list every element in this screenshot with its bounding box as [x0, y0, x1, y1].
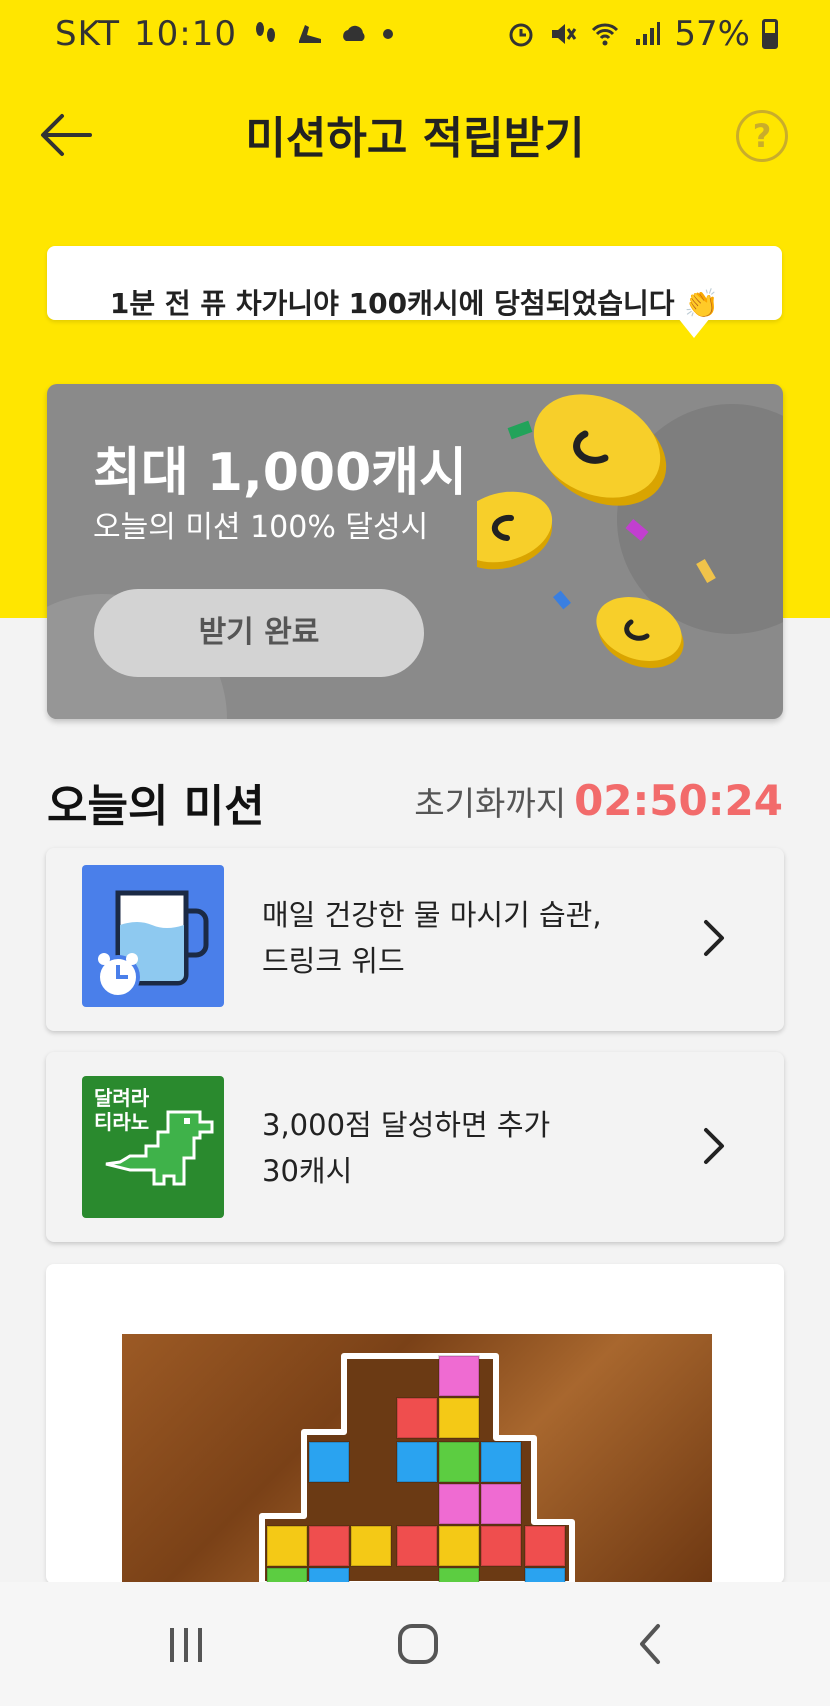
nav-back-icon[interactable] [622, 1618, 682, 1670]
reward-title: 최대 1,000캐시 [93, 443, 467, 503]
mute-icon [552, 24, 577, 44]
coin-icon [596, 597, 684, 668]
alarm-clock-icon [96, 953, 140, 999]
winner-ticker: 1분 전 퓨 차가니야 100캐시에 당첨되었습니다 👏 [47, 246, 782, 320]
reward-banner: 최대 1,000캐시 오늘의 미션 100% 달성시 받기 완료 [47, 384, 783, 719]
app-header: 미션하고 적립받기 ? [0, 80, 830, 190]
page-title: 미션하고 적립받기 [245, 113, 585, 164]
footsteps-icon [256, 22, 275, 42]
coins-illustration [477, 394, 716, 668]
home-icon[interactable] [388, 1618, 448, 1670]
ticker-tail [678, 318, 710, 338]
section-title: 오늘의 미션 [47, 781, 265, 832]
block-puzzle-promo[interactable] [46, 1264, 784, 1584]
carrier-label: SKT [55, 14, 121, 54]
chevron-right-icon [704, 920, 724, 956]
mission-item-drink-water[interactable]: 매일 건강한 물 마시기 습관, 드링크 위드 [46, 848, 784, 1031]
mission-item-tyrano-game[interactable]: 달려라 티라노 3,000점 달성하면 추가 30캐시 [46, 1052, 784, 1242]
signal-icon [636, 22, 661, 45]
reset-label: 초기화까지 [414, 784, 567, 823]
coin-icon [477, 491, 553, 570]
cup-icon [96, 890, 209, 999]
chevron-right-icon [704, 1128, 724, 1164]
ticker-text: 1분 전 퓨 차가니야 100캐시에 당첨되었습니다 👏 [109, 287, 720, 320]
block-puzzle-image [122, 1334, 712, 1584]
shoe-icon [299, 25, 321, 43]
clock: 10:10 [134, 14, 237, 54]
recent-apps-icon[interactable] [156, 1618, 216, 1670]
reset-countdown: 02:50:24 [574, 776, 783, 825]
status-bar: SKT 10:10 57% [0, 0, 830, 68]
reset-timer: 초기화까지 02:50:24 [414, 776, 783, 825]
wifi-icon [592, 23, 619, 46]
battery-percent: 57% [674, 14, 750, 54]
reward-subtitle: 오늘의 미션 100% 달성시 [93, 510, 429, 545]
mission-text: 매일 건강한 물 마시기 습관, 드링크 위드 [262, 898, 602, 978]
notification-dot [383, 29, 393, 39]
system-nav-bar [0, 1582, 830, 1706]
block-puzzle-illustration [259, 1353, 575, 1584]
tyrano-game-thumbnail: 달려라 티라노 [82, 1076, 224, 1218]
claim-complete-button[interactable]: 받기 완료 [94, 589, 424, 677]
help-icon[interactable]: ? [736, 110, 788, 162]
mission-text: 3,000점 달성하면 추가 30캐시 [262, 1108, 551, 1188]
alarm-icon [509, 23, 533, 47]
dinosaur-icon [105, 1110, 214, 1186]
battery-icon [762, 19, 778, 49]
water-cup-thumbnail [82, 865, 224, 1007]
cloud-icon [343, 25, 365, 41]
